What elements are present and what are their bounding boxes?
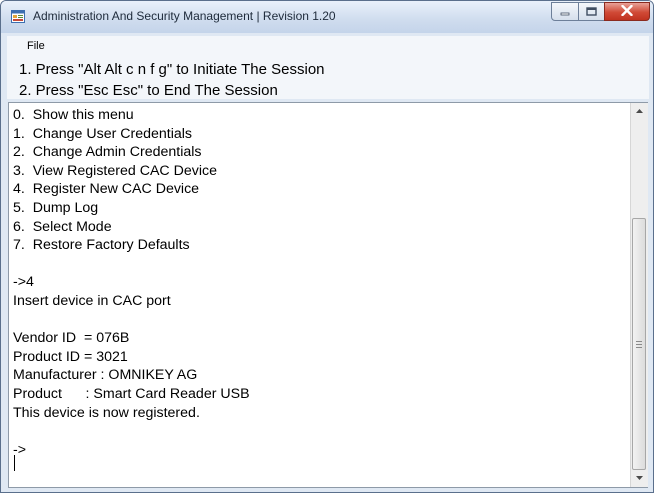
console-line: 2. Change Admin Credentials [13, 144, 202, 161]
scrollbar-thumb[interactable] [632, 218, 646, 470]
console-line: ->4 [13, 274, 34, 291]
console-line: 4. Register New CAC Device [13, 181, 200, 198]
text-cursor [14, 455, 15, 471]
maximize-icon [586, 3, 597, 21]
console-line: 5. Dump Log [13, 199, 99, 216]
window-title: Administration And Security Management |… [33, 9, 336, 23]
menu-file[interactable]: File [27, 40, 45, 52]
console-line: 3. View Registered CAC Device [13, 162, 217, 179]
console-line: Vendor ID = 076B [13, 330, 130, 347]
console-line: Insert device in CAC port [13, 292, 171, 309]
vertical-scrollbar[interactable] [630, 103, 648, 487]
app-window-icon[interactable] [11, 10, 25, 23]
console-line: 1. Change User Credentials [13, 125, 193, 142]
maximize-button[interactable] [578, 2, 605, 21]
console-prompt: -> [13, 441, 27, 458]
close-icon [621, 3, 633, 21]
console-output[interactable]: 0. Show this menu 1. Change User Credent… [8, 102, 648, 488]
console-line: Manufacturer : OMNIKEY AG [13, 367, 198, 384]
title-bar[interactable]: Administration And Security Management |… [1, 1, 653, 33]
scroll-up-button[interactable] [631, 103, 648, 120]
console-lines: 0. Show this menu 1. Change User Credent… [13, 106, 628, 459]
grip-icon [636, 340, 642, 348]
minimize-button[interactable] [551, 2, 579, 21]
instruction-end-session: 2. Press "Esc Esc" to End The Session [19, 82, 278, 99]
close-button[interactable] [604, 2, 650, 21]
scroll-down-button[interactable] [631, 470, 648, 487]
minimize-icon [560, 3, 570, 21]
instruction-start-session: 1. Press "Alt Alt c n f g" to Initiate T… [19, 61, 325, 78]
console-line: 6. Select Mode [13, 218, 112, 235]
instructions-panel: 1. Press "Alt Alt c n f g" to Initiate T… [7, 56, 649, 99]
console-line: This device is now registered. [13, 404, 200, 421]
arrow-down-icon [636, 475, 643, 482]
console-line: 0. Show this menu [13, 107, 134, 123]
app-window: Administration And Security Management |… [0, 0, 654, 493]
console-line: Product : Smart Card Reader USB [13, 385, 250, 402]
console-line: 7. Restore Factory Defaults [13, 237, 190, 254]
menu-bar: File [7, 36, 649, 56]
console-line: Product ID = 3021 [13, 348, 128, 365]
arrow-up-icon [636, 108, 643, 115]
